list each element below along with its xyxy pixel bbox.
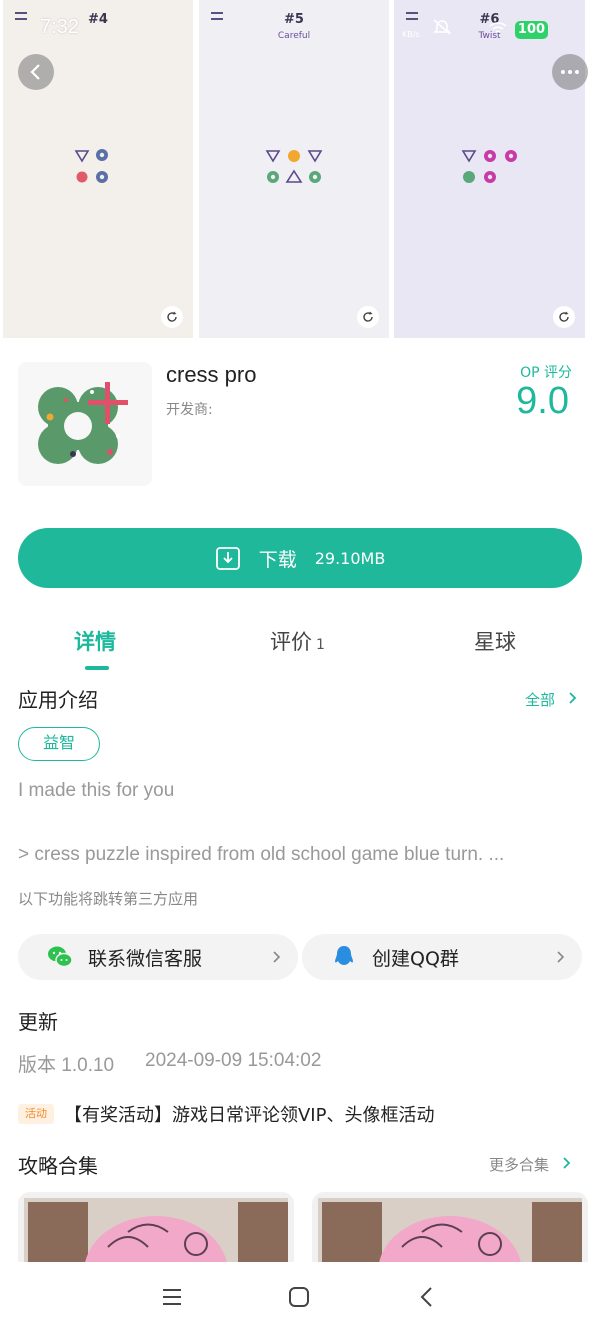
home-icon[interactable] [288, 1286, 310, 1308]
update-title: 更新 [18, 1010, 58, 1034]
tab-planet[interactable]: 星球 [474, 626, 516, 656]
back-button[interactable] [18, 54, 54, 90]
reset-icon [161, 306, 183, 328]
more-dots-icon [561, 70, 579, 74]
view-all-label: 全部 [525, 691, 556, 709]
chevron-right-icon [563, 1157, 571, 1169]
more-guides-label: 更多合集 [489, 1156, 550, 1174]
reset-icon [553, 306, 575, 328]
app-name: cress pro [166, 362, 257, 387]
app-icon [18, 362, 152, 486]
qq-label: 创建QQ群 [372, 947, 459, 970]
activity-link[interactable]: 【有奖活动】游戏日常评论领VIP、头像框活动 [64, 1101, 434, 1127]
op-score-value: 9.0 [516, 380, 569, 422]
screenshot-gallery[interactable]: #4 #5 Careful #6 Twist [0, 0, 600, 338]
version-text: 版本 1.0.10 [18, 1055, 115, 1076]
chevron-right-icon [557, 951, 565, 963]
guide-card[interactable] [312, 1192, 588, 1272]
qq-icon [335, 946, 353, 965]
chevron-right-icon [273, 951, 281, 963]
category-tag[interactable]: 益智 [18, 727, 100, 761]
tab-reviews[interactable]: 评价 1 [270, 626, 325, 656]
tab-details[interactable]: 详情 [74, 626, 116, 656]
puzzle-preview [74, 149, 108, 183]
more-guides-link[interactable]: 更多合集 [489, 1154, 572, 1175]
level-label: #4 [88, 12, 108, 27]
developer-label: 开发商: [166, 402, 213, 418]
download-size: 29.10MB [314, 548, 386, 568]
system-nav-bar [0, 1262, 600, 1333]
wechat-service-button[interactable]: 联系微信客服 [18, 934, 298, 980]
update-date: 2024-09-09 15:04:02 [145, 1050, 322, 1071]
wechat-label: 联系微信客服 [88, 947, 203, 970]
tab-reviews-label: 评价 [270, 630, 312, 654]
level-label: #5 [284, 12, 304, 27]
puzzle-preview [461, 150, 517, 183]
intro-title: 应用介绍 [18, 688, 98, 712]
back-nav-icon[interactable] [419, 1286, 435, 1308]
third-party-note: 以下功能将跳转第三方应用 [18, 890, 199, 908]
screenshot-2[interactable]: #5 Careful [199, 0, 389, 338]
download-button[interactable]: 下载 29.10MB [18, 528, 582, 588]
download-icon [215, 547, 240, 570]
level-subtitle: Twist [478, 31, 501, 41]
description-line-1: I made this for you [18, 780, 175, 801]
view-all-link[interactable]: 全部 [525, 689, 578, 710]
download-label: 下载 [258, 548, 297, 571]
tab-indicator [85, 666, 109, 670]
chevron-right-icon [569, 692, 577, 704]
tab-reviews-count: 1 [316, 637, 325, 653]
guide-card[interactable] [18, 1192, 294, 1272]
chevron-left-icon [30, 64, 40, 80]
reset-icon [357, 306, 379, 328]
qq-group-button[interactable]: 创建QQ群 [302, 934, 582, 980]
recents-menu-icon[interactable] [161, 1286, 183, 1308]
level-label: #6 [479, 12, 500, 27]
screenshot-1[interactable]: #4 [3, 0, 193, 338]
description-line-2: > cress puzzle inspired from old school … [18, 844, 505, 865]
guide-thumbnail [24, 1198, 288, 1272]
tab-bar: 详情 评价 1 星球 [0, 622, 600, 672]
wechat-icon [48, 946, 73, 968]
puzzle-preview [265, 150, 323, 183]
guide-thumbnail [318, 1198, 582, 1272]
screenshot-3[interactable]: #6 Twist [394, 0, 585, 338]
guides-title: 攻略合集 [18, 1154, 98, 1178]
activity-badge: 活动 [18, 1104, 54, 1124]
op-score-label: OP 评分 [520, 365, 572, 381]
more-options-button[interactable] [552, 54, 588, 90]
level-subtitle: Careful [277, 31, 311, 41]
